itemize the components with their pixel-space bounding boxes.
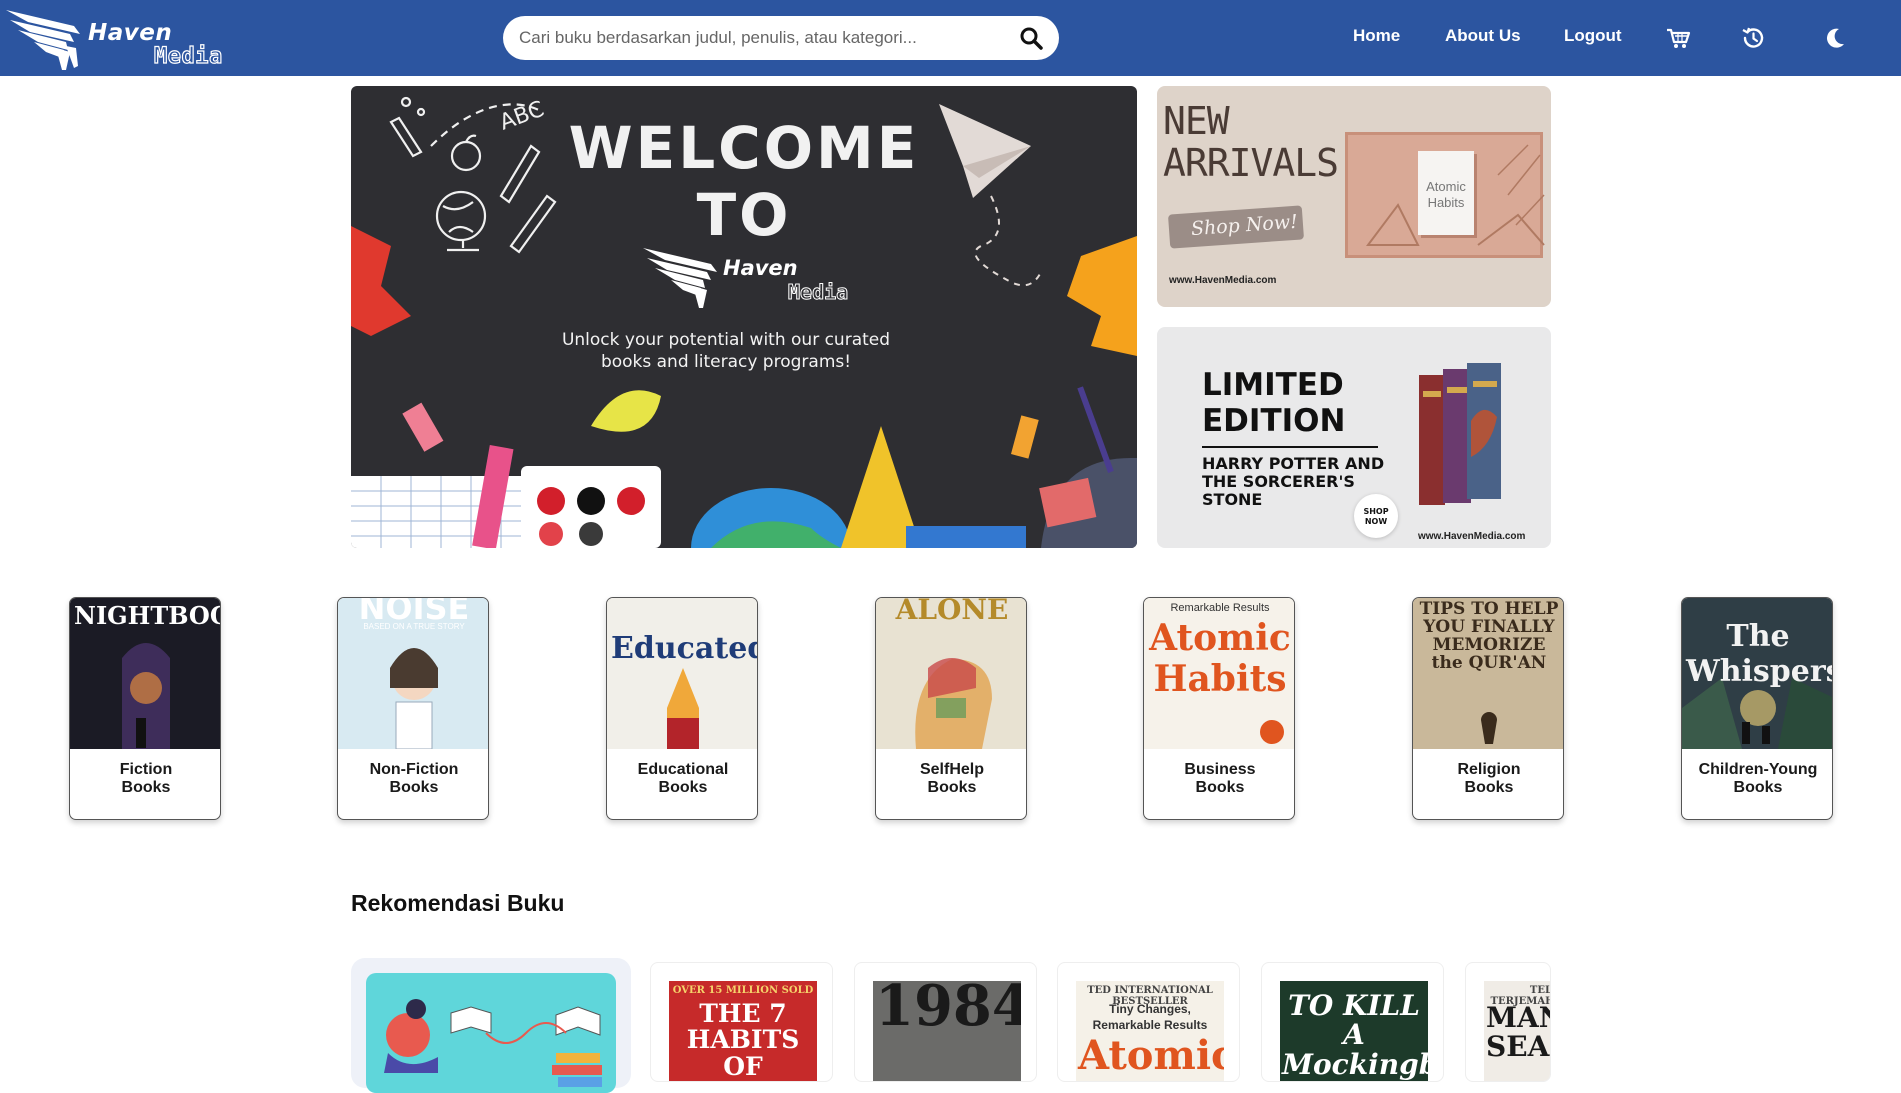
book-cover-subtitle: Tiny Changes, Remarkable Results bbox=[1092, 1002, 1208, 1032]
welcome-subtitle-line1: Unlock your potential with our curated bbox=[561, 330, 891, 350]
welcome-title-line2: TO bbox=[696, 181, 792, 249]
category-label: Non-Fiction Books bbox=[369, 761, 459, 796]
category-cover-image: TIPS TO HELP YOU FINALLY MEMORIZE the QU… bbox=[1413, 598, 1563, 749]
navbar: Haven Media Home About Us Logout bbox=[0, 0, 1901, 76]
atomic-habits-book: Atomic Habits bbox=[1418, 151, 1474, 235]
new-arrivals-title: NEW ARRIVALS bbox=[1163, 99, 1339, 185]
category-card[interactable]: NOISE BASED ON A TRUE STORY Non-Fiction Boo… bbox=[337, 597, 489, 820]
banner-logo-haven: Haven bbox=[723, 256, 798, 280]
category-card[interactable]: TIPS TO HELP YOU FINALLY MEMORIZE the QU… bbox=[1412, 597, 1564, 820]
category-label: SelfHelp Books bbox=[919, 761, 984, 796]
category-cover-image: NOISE BASED ON A TRUE STORY bbox=[338, 598, 488, 749]
category-label: Children-Young Books bbox=[1698, 761, 1818, 796]
category-label: Religion Books bbox=[1457, 761, 1521, 796]
nav-logout-link[interactable]: Logout bbox=[1564, 26, 1622, 46]
book-cover: 1984 bbox=[873, 981, 1021, 1081]
category-card[interactable]: ALONE SelfHelp Books bbox=[875, 597, 1027, 820]
book-cover-title: Atomic bbox=[1078, 1032, 1224, 1079]
category-label: Business Books bbox=[1184, 761, 1256, 796]
book-card[interactable]: 1984 bbox=[854, 962, 1037, 1082]
category-cover-image: NIGHTBOOKS bbox=[70, 598, 220, 749]
limited-edition-banner[interactable]: LIMITED EDITION HARRY POTTER AND THE SOR… bbox=[1157, 327, 1551, 548]
search-input[interactable] bbox=[519, 16, 999, 60]
logo-text-haven: Haven bbox=[88, 20, 173, 46]
book-cover-tagline: OVER 15 MILLION SOLD bbox=[672, 985, 814, 996]
book-cover: OVER 15 MILLION SOLD THE 7 HABITS OF HIGH… bbox=[669, 981, 817, 1081]
haven-media-logo[interactable]: Haven Media bbox=[4, 4, 224, 72]
welcome-subtitle-line2: books and literacy programs! bbox=[600, 352, 852, 372]
cart-icon[interactable] bbox=[1664, 24, 1692, 52]
book-cover: TELAH DI TERJEMAHKAN DALAMMAN'S SEARCH bbox=[1484, 981, 1550, 1081]
nav-about-link[interactable]: About Us bbox=[1445, 26, 1521, 46]
category-cover-image: ALONE bbox=[876, 598, 1026, 749]
category-cover-title: The Whispers bbox=[1686, 619, 1833, 689]
book-cover-title: 1984 bbox=[875, 981, 1021, 1039]
welcome-banner[interactable]: ABC WELCOME TO Haven Media Unlock your p… bbox=[351, 86, 1137, 548]
recommendation-promo-card[interactable] bbox=[351, 958, 631, 1093]
book-cover-title: MAN'S SEARCH bbox=[1486, 1001, 1550, 1064]
wing-logo-icon bbox=[643, 248, 717, 308]
category-cover-title: Educated bbox=[611, 631, 758, 666]
recommendations-title: Rekomendasi Buku bbox=[351, 890, 565, 916]
moon-icon[interactable] bbox=[1821, 24, 1849, 52]
category-card[interactable]: NIGHTBOOKS FictionBooks bbox=[69, 597, 221, 820]
limited-edition-title: LIMITED EDITION bbox=[1202, 367, 1346, 439]
book-card[interactable]: OVER 15 MILLION SOLD THE 7 HABITS OF HIGH… bbox=[650, 962, 833, 1082]
category-cover-subtitle: BASED ON A TRUE STORY bbox=[363, 622, 465, 631]
nav-home-link[interactable]: Home bbox=[1353, 26, 1400, 46]
welcome-subtitle: Unlock your potential with our curated b… bbox=[511, 329, 941, 373]
history-icon[interactable] bbox=[1739, 24, 1767, 52]
category-cover-title: Atomic Habits bbox=[1149, 617, 1291, 701]
category-label: Educational Books bbox=[637, 761, 729, 796]
category-cover-image: Remarkable Results Atomic Habits bbox=[1144, 598, 1294, 749]
category-card[interactable]: Educated Educational Books bbox=[606, 597, 758, 820]
category-card[interactable]: The Whispers Children-Young Books bbox=[1681, 597, 1833, 820]
reading-illustration bbox=[366, 973, 616, 1093]
shop-now-button[interactable]: Shop Now! bbox=[1167, 205, 1305, 249]
harry-potter-books bbox=[1419, 363, 1501, 505]
category-cover-caption: Remarkable Results bbox=[1170, 602, 1270, 614]
banner-url: www.HavenMedia.com bbox=[1418, 531, 1526, 542]
category-cover-image: The Whispers bbox=[1682, 598, 1833, 749]
new-arrival-photo: Atomic Habits bbox=[1345, 132, 1545, 258]
category-cover-image: Educated bbox=[607, 598, 758, 749]
book-cover: TED INTERNATIONAL BESTSELLER Tiny Changes… bbox=[1076, 981, 1224, 1081]
book-cover: TO KILL A Mockingbird bbox=[1280, 981, 1428, 1081]
category-cover-title: NIGHTBOOKS bbox=[74, 601, 220, 630]
category-label: Fiction Books bbox=[119, 761, 173, 796]
search-icon[interactable] bbox=[1019, 26, 1043, 50]
wing-logo-icon bbox=[6, 10, 80, 70]
category-card[interactable]: Remarkable Results Atomic Habits Business B… bbox=[1143, 597, 1295, 820]
welcome-title-line1: WELCOME bbox=[568, 114, 920, 182]
book-cover-title: THE 7 HABITS OF HIGHLY EFFECTIVE bbox=[686, 999, 800, 1081]
book-card[interactable]: TO KILL A Mockingbird bbox=[1261, 962, 1444, 1082]
banner-url: www.HavenMedia.com bbox=[1169, 275, 1277, 286]
book-card[interactable]: TED INTERNATIONAL BESTSELLER Tiny Changes… bbox=[1057, 962, 1240, 1082]
search-bar bbox=[503, 16, 1059, 60]
category-cover-title: TIPS TO HELP YOU FINALLY MEMORIZE the QU… bbox=[1419, 599, 1559, 673]
new-arrivals-banner[interactable]: NEW ARRIVALS Shop Now! www.HavenMedia.co… bbox=[1157, 86, 1551, 307]
banner-logo-media: Media bbox=[787, 280, 849, 305]
shop-now-badge[interactable]: SHOP NOW bbox=[1354, 494, 1398, 538]
divider bbox=[1202, 446, 1378, 448]
category-cover-title: ALONE bbox=[895, 598, 1009, 626]
book-card[interactable]: TELAH DI TERJEMAHKAN DALAMMAN'S SEARCH bbox=[1465, 962, 1551, 1082]
logo-text-media: Media bbox=[153, 43, 223, 69]
book-cover-title: TO KILL A Mockingbird bbox=[1282, 989, 1428, 1081]
category-cover-art bbox=[667, 668, 699, 749]
